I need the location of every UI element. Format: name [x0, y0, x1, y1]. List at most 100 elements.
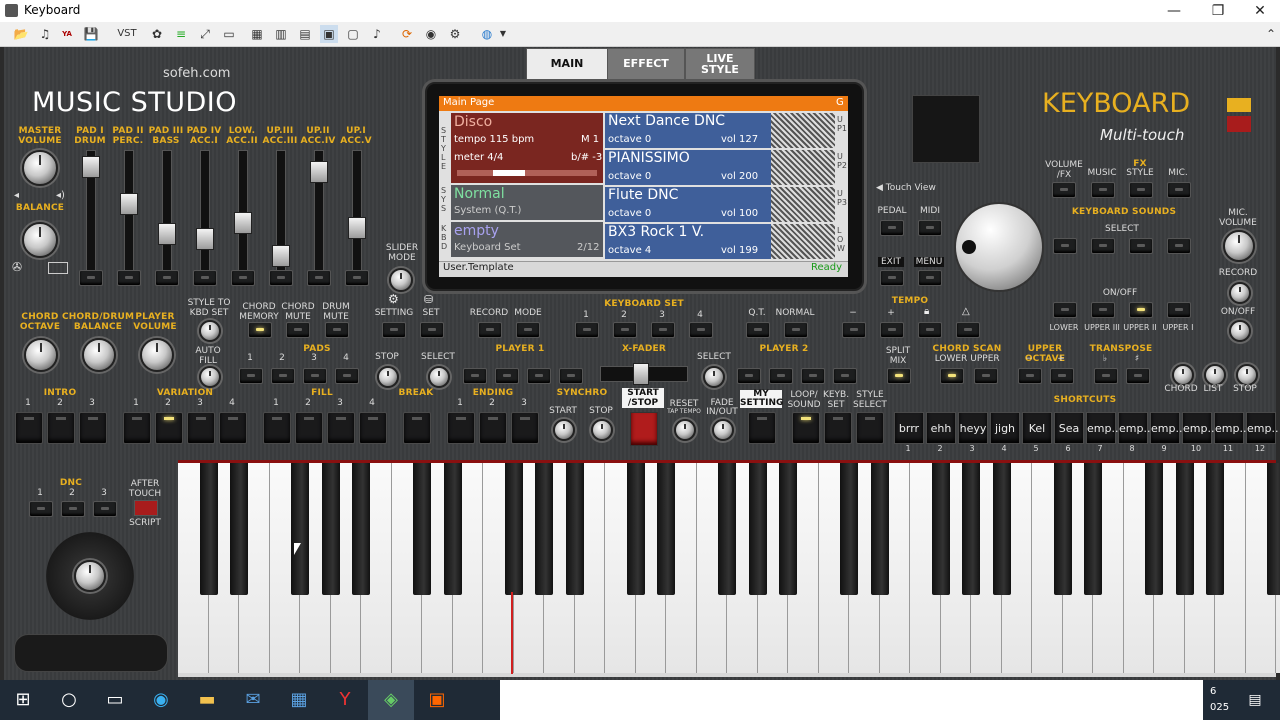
my-setting-button[interactable] [748, 412, 776, 444]
xfader-slider[interactable] [600, 363, 688, 385]
notification-icon[interactable]: ▤ [1232, 680, 1278, 720]
qt-button[interactable] [746, 322, 770, 338]
voice-cell[interactable]: BX3 Rock 1 V. octave 4 vol 199 [605, 224, 835, 259]
channel-mute-button[interactable] [269, 270, 293, 286]
chord-knob[interactable] [1172, 364, 1194, 386]
list-knob[interactable] [1204, 364, 1226, 386]
black-key[interactable] [992, 463, 1011, 595]
set-button[interactable] [420, 322, 444, 338]
menu-button[interactable] [918, 270, 942, 286]
close-button[interactable]: ✕ [1238, 1, 1280, 21]
tab-effect[interactable]: EFFECT [607, 48, 685, 80]
refresh-icon[interactable]: ⟳ [398, 25, 416, 43]
dnc-button[interactable] [29, 501, 53, 517]
ribbon-controller[interactable] [14, 634, 168, 672]
keyboard-app-icon[interactable]: ◈ [368, 680, 414, 720]
tab-main[interactable]: MAIN [526, 48, 608, 80]
ending-button[interactable] [511, 412, 539, 444]
tempo-lock-button[interactable] [918, 322, 942, 338]
record-button[interactable] [478, 322, 502, 338]
black-key[interactable] [291, 463, 309, 595]
channel-mute-button[interactable] [193, 270, 217, 286]
chevron-down-icon[interactable]: ▼ [494, 25, 512, 43]
shortcut-button[interactable]: Kel [1022, 412, 1052, 444]
chord-scan-lower-button[interactable] [940, 368, 964, 384]
player2-control-button[interactable] [833, 368, 857, 384]
player2-control-button[interactable] [801, 368, 825, 384]
maximize-button[interactable]: ❐ [1196, 1, 1240, 21]
disc-icon[interactable]: ◉ [422, 25, 440, 43]
black-key[interactable] [565, 463, 584, 595]
file-explorer-icon[interactable]: ▬ [184, 680, 230, 720]
channel-slider[interactable] [162, 150, 172, 284]
player1-control-button[interactable] [559, 368, 583, 384]
minimize-button[interactable]: — [1152, 1, 1196, 21]
channel-slider-thumb[interactable] [348, 217, 366, 239]
mode-button[interactable] [516, 322, 540, 338]
shortcut-button[interactable]: ehh [926, 412, 956, 444]
open-folder-icon[interactable]: 📂 [12, 25, 30, 43]
black-key[interactable] [870, 463, 889, 595]
loop-sound-button[interactable] [792, 412, 820, 444]
layers-icon[interactable]: ≡ [172, 25, 190, 43]
pad-button[interactable] [239, 368, 263, 384]
shortcut-button[interactable]: emp.. [1086, 412, 1118, 444]
style-to-kbd-knob[interactable] [199, 320, 221, 342]
reset-knob[interactable] [674, 419, 696, 441]
dnc-button[interactable] [61, 501, 85, 517]
keyb-set-button[interactable] [824, 412, 852, 444]
fill-button[interactable] [263, 412, 291, 444]
mail-icon[interactable]: ✉ [230, 680, 276, 720]
midi-button[interactable] [918, 220, 942, 236]
mic-on-off-knob[interactable] [1229, 320, 1251, 342]
collapse-icon[interactable]: ⌃ [1262, 25, 1280, 43]
black-key[interactable] [718, 463, 736, 595]
tab-live-style[interactable]: LIVE STYLE [685, 48, 755, 80]
after-touch-button[interactable] [134, 500, 158, 516]
chord-scan-upper-button[interactable] [974, 368, 998, 384]
mic-volume-knob[interactable] [1223, 230, 1255, 262]
player1-control-button[interactable] [495, 368, 519, 384]
sound-select-button[interactable] [1053, 238, 1077, 254]
variation-button[interactable] [187, 412, 215, 444]
intro-button[interactable] [15, 412, 43, 444]
sync-stop-knob[interactable] [591, 419, 613, 441]
black-key[interactable] [443, 463, 462, 595]
shortcut-button[interactable]: emp.. [1118, 412, 1150, 444]
voice-cell[interactable]: Flute DNC octave 0 vol 100 [605, 187, 835, 222]
upper-octave-plus-button[interactable] [1050, 368, 1074, 384]
black-key[interactable] [962, 463, 980, 595]
break-button[interactable] [403, 412, 431, 444]
split-mix-button[interactable] [887, 368, 911, 384]
variation-button[interactable] [155, 412, 183, 444]
shortcut-button[interactable]: emp.. [1182, 412, 1214, 444]
pedal-button[interactable] [880, 220, 904, 236]
channel-mute-button[interactable] [117, 270, 141, 286]
setting-button[interactable] [382, 322, 406, 338]
black-key[interactable] [413, 463, 431, 595]
player1-select-knob[interactable] [428, 366, 450, 388]
shortcut-button[interactable]: emp.. [1246, 412, 1278, 444]
tempo-plus-button[interactable] [880, 322, 904, 338]
shortcut-button[interactable]: brrr [894, 412, 924, 444]
channel-slider-thumb[interactable] [272, 245, 290, 267]
channel-slider-thumb[interactable] [158, 223, 176, 245]
plugins-icon[interactable]: ✿ [148, 25, 166, 43]
intro-button[interactable] [47, 412, 75, 444]
sound-select-button[interactable] [1167, 238, 1191, 254]
dnc-button[interactable] [93, 501, 117, 517]
recorder-app-icon[interactable]: ▣ [414, 680, 460, 720]
fx-item-button[interactable] [1091, 182, 1115, 198]
channel-mute-button[interactable] [307, 270, 331, 286]
fx-item-button[interactable] [1129, 182, 1153, 198]
save-icon[interactable]: 💾 [82, 25, 100, 43]
resize-icon[interactable]: ⤢ [196, 25, 214, 43]
shortcut-button[interactable]: emp.. [1150, 412, 1182, 444]
volume-fx-button[interactable] [1052, 182, 1076, 198]
channel-mute-button[interactable] [345, 270, 369, 286]
tool-d-icon[interactable]: ▣ [320, 25, 338, 43]
black-key[interactable] [1206, 463, 1224, 595]
channel-slider-thumb[interactable] [196, 228, 214, 250]
channel-slider-thumb[interactable] [310, 161, 328, 183]
start-stop-button[interactable] [630, 412, 658, 446]
